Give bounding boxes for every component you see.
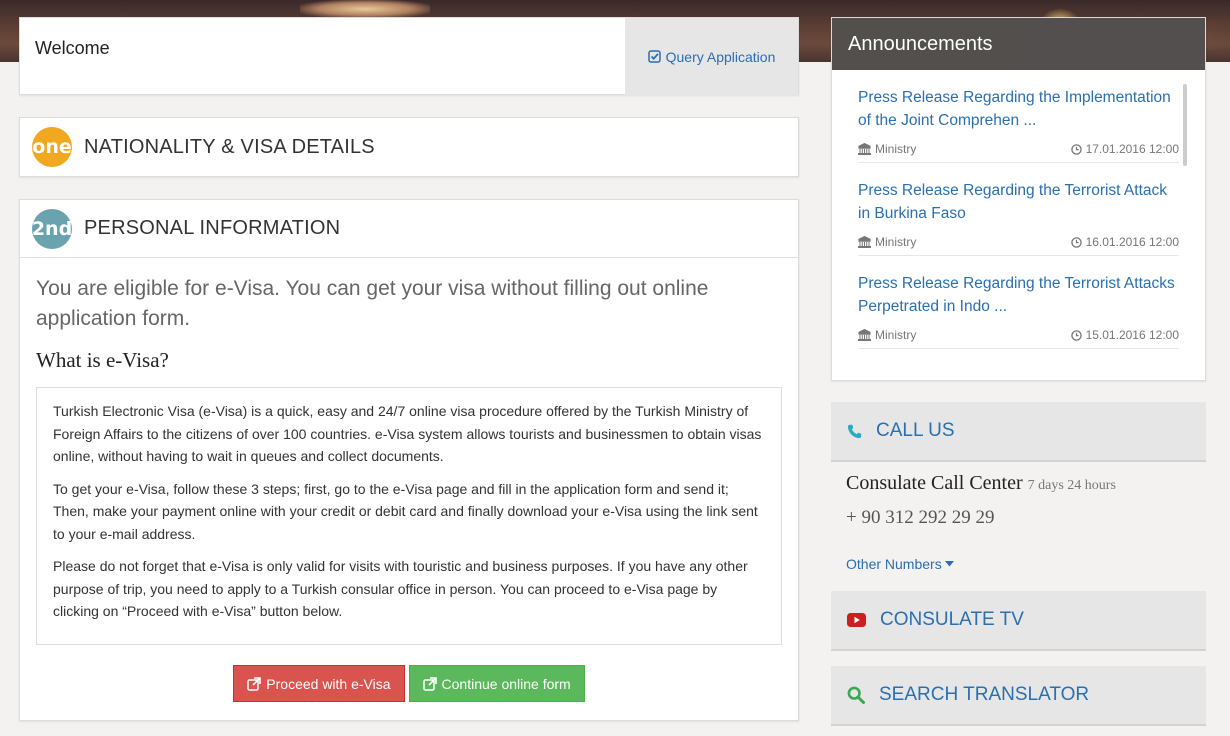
- call-center-title: Consulate Call Center 7 days 24 hours: [846, 472, 1116, 494]
- check-square-icon: [647, 50, 661, 63]
- external-link-icon: [422, 676, 437, 691]
- welcome-panel: Welcome Query Application: [19, 17, 799, 95]
- external-link-icon: [247, 676, 262, 691]
- nationality-visa-panel[interactable]: one NATIONALITY & VISA DETAILS: [19, 117, 799, 177]
- step-one-badge: one: [32, 127, 72, 167]
- call-us-title: CALL US: [876, 420, 955, 441]
- phone-icon: [847, 424, 862, 438]
- evisa-info-box: Turkish Electronic Visa (e-Visa) is a qu…: [36, 387, 782, 645]
- institution-icon: [858, 236, 871, 248]
- announcement-source: Ministry: [858, 142, 916, 156]
- step-one-title: NATIONALITY & VISA DETAILS: [84, 135, 375, 158]
- call-us-header[interactable]: CALL US: [831, 402, 1206, 462]
- youtube-icon: [847, 613, 866, 627]
- what-is-evisa-heading: What is e-Visa?: [36, 348, 169, 372]
- institution-icon: [858, 329, 871, 341]
- clock-icon: [1070, 143, 1082, 155]
- announcement-date: 15.01.2016 12:00: [1070, 328, 1179, 342]
- info-paragraph: Turkish Electronic Visa (e-Visa) is a qu…: [53, 403, 762, 464]
- announcement-item: Press Release Regarding the Terrorist At…: [858, 179, 1179, 256]
- step-two-title: PERSONAL INFORMATION: [84, 217, 341, 239]
- announcement-link[interactable]: Press Release Regarding the Implementati…: [858, 86, 1179, 132]
- step-two-badge: 2nd: [32, 208, 72, 249]
- caret-down-icon: [944, 561, 954, 567]
- announcement-item: Press Release Regarding the Terrorist At…: [858, 272, 1179, 349]
- proceed-with-evisa-button[interactable]: Proceed with e-Visa: [233, 665, 405, 702]
- info-paragraph: Please do not forget that e-Visa is only…: [53, 558, 748, 619]
- announcement-item: Press Release Regarding the Implementati…: [858, 86, 1179, 163]
- search-icon: [847, 686, 865, 704]
- other-numbers-dropdown[interactable]: Other Numbers: [846, 556, 954, 572]
- eligibility-message: You are eligible for e-Visa. You can get…: [36, 277, 709, 330]
- announcement-date: 16.01.2016 12:00: [1070, 235, 1179, 249]
- announcements-list[interactable]: Press Release Regarding the Implementati…: [832, 70, 1205, 349]
- search-translator-title: SEARCH TRANSLATOR: [879, 684, 1090, 705]
- announcement-source: Ministry: [858, 328, 916, 342]
- institution-icon: [858, 143, 871, 155]
- search-translator-header[interactable]: SEARCH TRANSLATOR: [831, 666, 1206, 726]
- announcement-link[interactable]: Press Release Regarding the Terrorist At…: [858, 272, 1179, 318]
- call-center-phone: + 90 312 292 29 29: [846, 507, 995, 528]
- announcement-source: Ministry: [858, 235, 916, 249]
- query-application-label: Query Application: [665, 48, 776, 65]
- personal-information-panel: 2nd PERSONAL INFORMATION You are eligibl…: [19, 199, 799, 721]
- clock-icon: [1070, 329, 1082, 341]
- announcements-panel: Announcements Press Release Regarding th…: [831, 17, 1206, 381]
- announcements-title: Announcements: [832, 18, 1205, 70]
- consulate-tv-title: CONSULATE TV: [880, 609, 1024, 630]
- call-center-hours: 7 days 24 hours: [1027, 478, 1116, 493]
- proceed-label: Proceed with e-Visa: [266, 675, 391, 692]
- info-paragraph: To get your e-Visa, follow these 3 steps…: [53, 480, 758, 542]
- welcome-text: Welcome: [35, 38, 110, 58]
- clock-icon: [1070, 236, 1082, 248]
- announcement-link[interactable]: Press Release Regarding the Terrorist At…: [858, 179, 1179, 225]
- continue-label: Continue online form: [441, 675, 571, 692]
- consulate-tv-header[interactable]: CONSULATE TV: [831, 591, 1206, 651]
- announcements-scrollbar[interactable]: [1183, 84, 1187, 166]
- query-application-button[interactable]: Query Application: [625, 18, 798, 95]
- announcement-date: 17.01.2016 12:00: [1070, 142, 1179, 156]
- continue-online-form-button[interactable]: Continue online form: [408, 665, 585, 702]
